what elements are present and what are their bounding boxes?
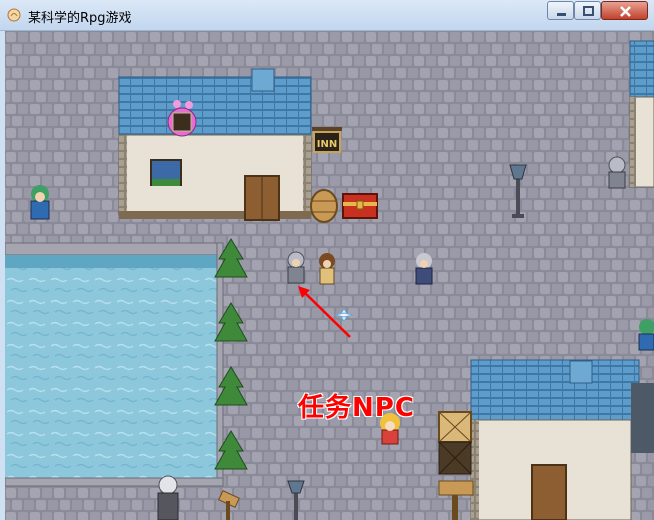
maximize-icon	[583, 6, 594, 16]
game-viewport[interactable]: INN 任务NPC	[5, 31, 654, 520]
pond	[5, 242, 224, 487]
minimize-icon	[557, 13, 566, 16]
window-title: 某科学的Rpg游戏	[28, 11, 132, 26]
building-right-edge	[629, 40, 654, 188]
maximize-button[interactable]	[574, 1, 601, 20]
app-icon	[7, 8, 21, 22]
close-icon	[620, 6, 631, 17]
minimize-button[interactable]	[547, 1, 574, 20]
building-bottom-right	[470, 359, 654, 520]
player-character[interactable]	[319, 253, 335, 285]
building-top-left	[118, 68, 312, 221]
inn-sign: INN	[312, 127, 342, 153]
npc-old-man[interactable]	[415, 253, 433, 285]
game-window: 某科学的Rpg游戏 INN 任务NPC	[0, 0, 654, 520]
treasure-chest-icon[interactable]	[342, 193, 378, 219]
npc-guard-right[interactable]	[608, 156, 626, 189]
npc-green-hair-left[interactable]	[30, 185, 50, 220]
quest-npc-annotation: 任务NPC	[298, 393, 415, 423]
npc-green-hair-right[interactable]	[638, 319, 654, 351]
npc-quest-guard[interactable]	[287, 251, 305, 284]
close-button[interactable]	[601, 1, 648, 20]
barrel-icon[interactable]	[310, 189, 338, 223]
inn-sign-label: INN	[317, 139, 337, 150]
crate-stack	[438, 411, 472, 475]
title-bar[interactable]: 某科学的Rpg游戏	[0, 0, 654, 31]
npc-knight-bottom[interactable]	[157, 475, 179, 520]
